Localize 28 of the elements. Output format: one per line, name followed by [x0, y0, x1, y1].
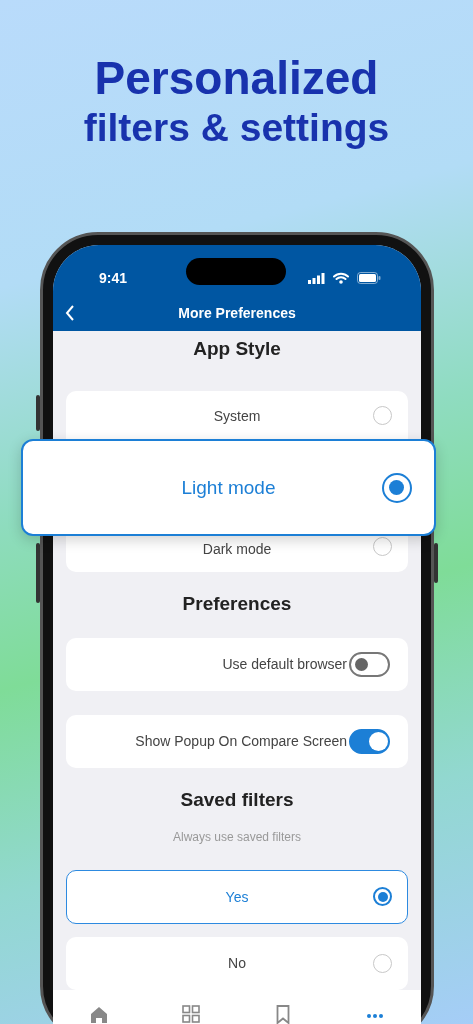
grid-icon[interactable]	[181, 1004, 201, 1024]
option-button[interactable]: Yes	[66, 870, 408, 924]
radio-button[interactable]	[373, 953, 392, 973]
section-heading: Preferences	[182, 591, 292, 616]
headline: Personalized	[94, 52, 379, 104]
toggle-switch[interactable]	[349, 651, 390, 677]
option-popup[interactable]: Light mode	[21, 439, 436, 537]
setting-label: Use default browser	[222, 654, 347, 674]
radio-button[interactable]	[373, 887, 392, 907]
wifi-icon	[333, 272, 349, 284]
toggle-switch[interactable]	[349, 729, 390, 755]
screen-title: More Preferences	[178, 303, 296, 323]
setting-label: Show Popup On Compare Screen	[135, 732, 347, 752]
radio-button[interactable]	[382, 473, 412, 504]
radio-button[interactable]	[373, 537, 392, 557]
section-heading: App Style	[193, 337, 281, 361]
home-icon[interactable]	[89, 1004, 109, 1024]
signal-icon	[308, 272, 325, 284]
back-icon[interactable]	[65, 305, 75, 321]
subheadline: filters & settings	[83, 105, 390, 151]
option-button[interactable]: System	[66, 391, 408, 440]
section-heading: Saved filters	[180, 788, 294, 813]
battery-icon	[357, 272, 381, 284]
section-description: Always use saved filters	[172, 829, 302, 847]
radio-button[interactable]	[373, 406, 392, 425]
option-button[interactable]: No	[66, 936, 408, 990]
status-time: 9:41	[99, 268, 128, 288]
option-button[interactable]: Dark mode	[66, 536, 408, 572]
